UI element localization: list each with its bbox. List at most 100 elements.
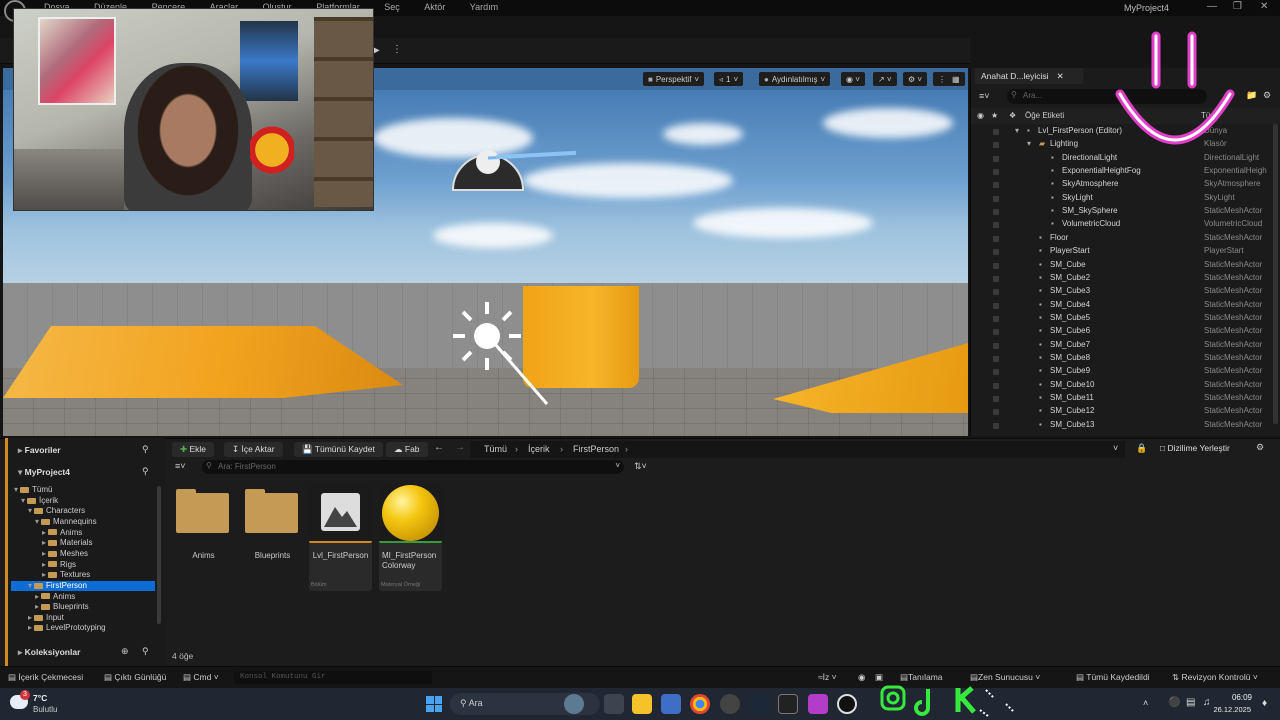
visibility-toggle-icon[interactable] xyxy=(993,355,999,362)
minimize-icon[interactable]: — xyxy=(1207,1,1217,12)
zen-server-button[interactable]: ▤Zen Sunucusu ˅ xyxy=(970,672,1040,683)
microphone-icon[interactable]: ⚫ xyxy=(1168,697,1180,708)
skylight-icon[interactable] xyxy=(451,300,551,410)
outliner-row[interactable]: ▪ SM_Cube12 StaticMeshActor xyxy=(971,406,1273,419)
menu-select[interactable]: Seç xyxy=(384,2,400,12)
visibility-toggle-icon[interactable] xyxy=(993,329,999,336)
expand-chevron-icon[interactable]: ▾ xyxy=(28,581,32,590)
visibility-toggle-icon[interactable] xyxy=(993,342,999,349)
collections-section[interactable]: ▸ Koleksiyonlar xyxy=(18,647,80,658)
visibility-toggle-icon[interactable] xyxy=(993,169,999,176)
visibility-toggle-icon[interactable] xyxy=(993,409,999,416)
visibility-toggle-icon[interactable] xyxy=(993,382,999,389)
diagnostics-button[interactable]: ▤Tanılama xyxy=(900,672,943,683)
favorite-header-icon[interactable]: ★ xyxy=(991,111,998,120)
visibility-toggle-icon[interactable] xyxy=(993,235,999,242)
folder-tree-item[interactable]: ▸ Rigs xyxy=(42,560,76,571)
folder-tree-item[interactable]: ▾ FirstPerson xyxy=(11,580,155,592)
folder-tree-item[interactable]: ▾ İçerik xyxy=(21,496,58,507)
outliner-row[interactable]: ▪ PlayerStart PlayerStart xyxy=(971,246,1273,259)
steam-icon[interactable] xyxy=(749,694,769,714)
breadcrumb-all[interactable]: Tümü xyxy=(484,444,507,454)
back-arrow-icon[interactable]: ← xyxy=(434,442,444,453)
lighting-dropdown[interactable]: ● Aydınlatılmış ˅ xyxy=(759,72,831,86)
visibility-toggle-icon[interactable] xyxy=(993,222,999,229)
cb-settings-icon[interactable]: ⚙ xyxy=(1256,442,1264,453)
directional-light-icon[interactable] xyxy=(451,132,580,192)
expand-chevron-icon[interactable]: ▾ xyxy=(14,485,18,494)
visibility-toggle-icon[interactable] xyxy=(993,129,999,135)
folder-tree-item[interactable]: ▸ Materials xyxy=(42,538,92,549)
visibility-toggle-icon[interactable] xyxy=(993,275,999,282)
outliner-row[interactable]: ▪ SkyAtmosphere SkyAtmosphere xyxy=(971,179,1273,192)
network-icon[interactable]: ▤ xyxy=(1186,697,1195,708)
folder-tree-item[interactable]: ▸ Textures xyxy=(42,570,90,581)
cb-filter-icon[interactable]: ≡˅ xyxy=(175,461,186,471)
lock-icon[interactable]: 🔒 xyxy=(1136,443,1147,454)
menu-actor[interactable]: Aktör xyxy=(424,2,445,12)
asset-material[interactable]: MI_FirstPerson Colorway Materyal Örneği xyxy=(379,483,442,591)
github-icon[interactable] xyxy=(720,694,740,714)
outliner-row[interactable]: ▪ SM_Cube4 StaticMeshActor xyxy=(971,300,1273,313)
maximize-icon[interactable]: ❐ xyxy=(1233,1,1242,12)
unreal-engine-taskbar-icon[interactable] xyxy=(837,694,857,714)
folder-tree-item[interactable]: ▸ Meshes xyxy=(42,549,88,560)
folder-tree-item[interactable]: ▾ Tümü xyxy=(14,485,52,496)
outliner-row[interactable]: ▪ SM_Cube3 StaticMeshActor xyxy=(971,286,1273,299)
outliner-row[interactable]: ▪ SM_Cube7 StaticMeshActor xyxy=(971,340,1273,353)
expand-chevron-icon[interactable]: ▸ xyxy=(28,623,32,632)
app-purple-icon[interactable] xyxy=(808,694,828,714)
favorites-section[interactable]: ▸ Favoriler xyxy=(18,445,61,456)
expand-chevron-icon[interactable]: ▸ xyxy=(42,538,46,547)
visibility-toggle-icon[interactable] xyxy=(993,249,999,256)
project-section[interactable]: ▾ MyProject4 xyxy=(18,467,70,478)
expand-chevron-icon[interactable]: ▾ xyxy=(35,517,39,526)
folder-tree-item[interactable]: ▸ Blueprints xyxy=(35,602,89,613)
expand-chevron-icon[interactable]: ▾ xyxy=(21,496,25,505)
fov-dropdown[interactable]: ◃ 1 ˅ xyxy=(714,72,744,86)
breadcrumb-firstperson[interactable]: FirstPerson xyxy=(573,444,619,454)
all-saved-status[interactable]: ▤ Tümü Kaydedildi xyxy=(1076,672,1150,683)
sort-icon[interactable]: ⇅˅ xyxy=(634,461,647,472)
fab-button[interactable]: ☁ Fab xyxy=(386,442,428,457)
path-dropdown-icon[interactable]: ˅ xyxy=(1113,443,1118,453)
outliner-row[interactable]: ▪ SM_Cube11 StaticMeshActor xyxy=(971,393,1273,406)
close-tab-icon[interactable]: ✕ xyxy=(1057,71,1064,81)
visibility-toggle-icon[interactable] xyxy=(993,302,999,309)
tray-chevron-icon[interactable]: ˄ xyxy=(1143,698,1148,708)
notification-bell-icon[interactable]: ♦ xyxy=(1262,698,1267,709)
perspective-dropdown[interactable]: ■ Perspektif ˅ xyxy=(643,72,705,86)
transform-icon[interactable]: ↗ ˅ xyxy=(873,72,897,86)
visibility-toggle-icon[interactable] xyxy=(993,142,999,149)
outliner-row[interactable]: ▪ SM_SkySphere StaticMeshActor xyxy=(971,206,1273,219)
expand-chevron-icon[interactable]: ▸ xyxy=(28,613,32,622)
outliner-row[interactable]: ▪ SM_Cube8 StaticMeshActor xyxy=(971,353,1273,366)
pin-icon[interactable]: ❖ xyxy=(1009,111,1016,120)
outliner-row[interactable]: ▪ VolumetricCloud VolumetricCloud xyxy=(971,219,1273,232)
content-search-input[interactable]: ⚲ Ara: FirstPerson ˅ xyxy=(202,460,624,474)
tree-scrollbar[interactable] xyxy=(157,486,161,624)
forward-arrow-icon[interactable]: → xyxy=(455,442,465,453)
expand-chevron-icon[interactable]: ▾ xyxy=(1027,139,1031,148)
expand-chevron-icon[interactable]: ▸ xyxy=(42,528,46,537)
expand-chevron-icon[interactable]: ▸ xyxy=(35,602,39,611)
expand-chevron-icon[interactable]: ▸ xyxy=(42,560,46,569)
project-search-icon[interactable]: ⚲ xyxy=(142,466,149,477)
visibility-toggle-icon[interactable] xyxy=(993,289,999,296)
record-icon[interactable]: ◉ xyxy=(858,672,865,683)
expand-chevron-icon[interactable]: ▾ xyxy=(28,506,32,515)
visibility-toggle-icon[interactable] xyxy=(993,422,999,429)
visibility-toggle-icon[interactable] xyxy=(993,396,999,402)
visibility-toggle-icon[interactable] xyxy=(993,262,999,269)
outliner-row[interactable]: ▪ SM_Cube6 StaticMeshActor xyxy=(971,326,1273,339)
visibility-header-icon[interactable]: ◉ xyxy=(977,111,984,120)
outliner-settings-icon[interactable]: ⚙ xyxy=(1263,90,1271,101)
clock-time[interactable]: 06:09 xyxy=(1228,693,1252,702)
add-button[interactable]: ✚ Ekle xyxy=(172,442,215,457)
collections-search-icon[interactable]: ⚲ xyxy=(142,646,149,657)
visibility-toggle-icon[interactable] xyxy=(993,182,999,189)
folder-tree-item[interactable]: ▾ Characters xyxy=(28,506,85,517)
visibility-toggle-icon[interactable] xyxy=(993,155,999,162)
taskbar-app-weather-icon[interactable] xyxy=(564,694,584,714)
content-drawer-button[interactable]: ▤ İçerik Çekmecesi xyxy=(8,672,83,683)
